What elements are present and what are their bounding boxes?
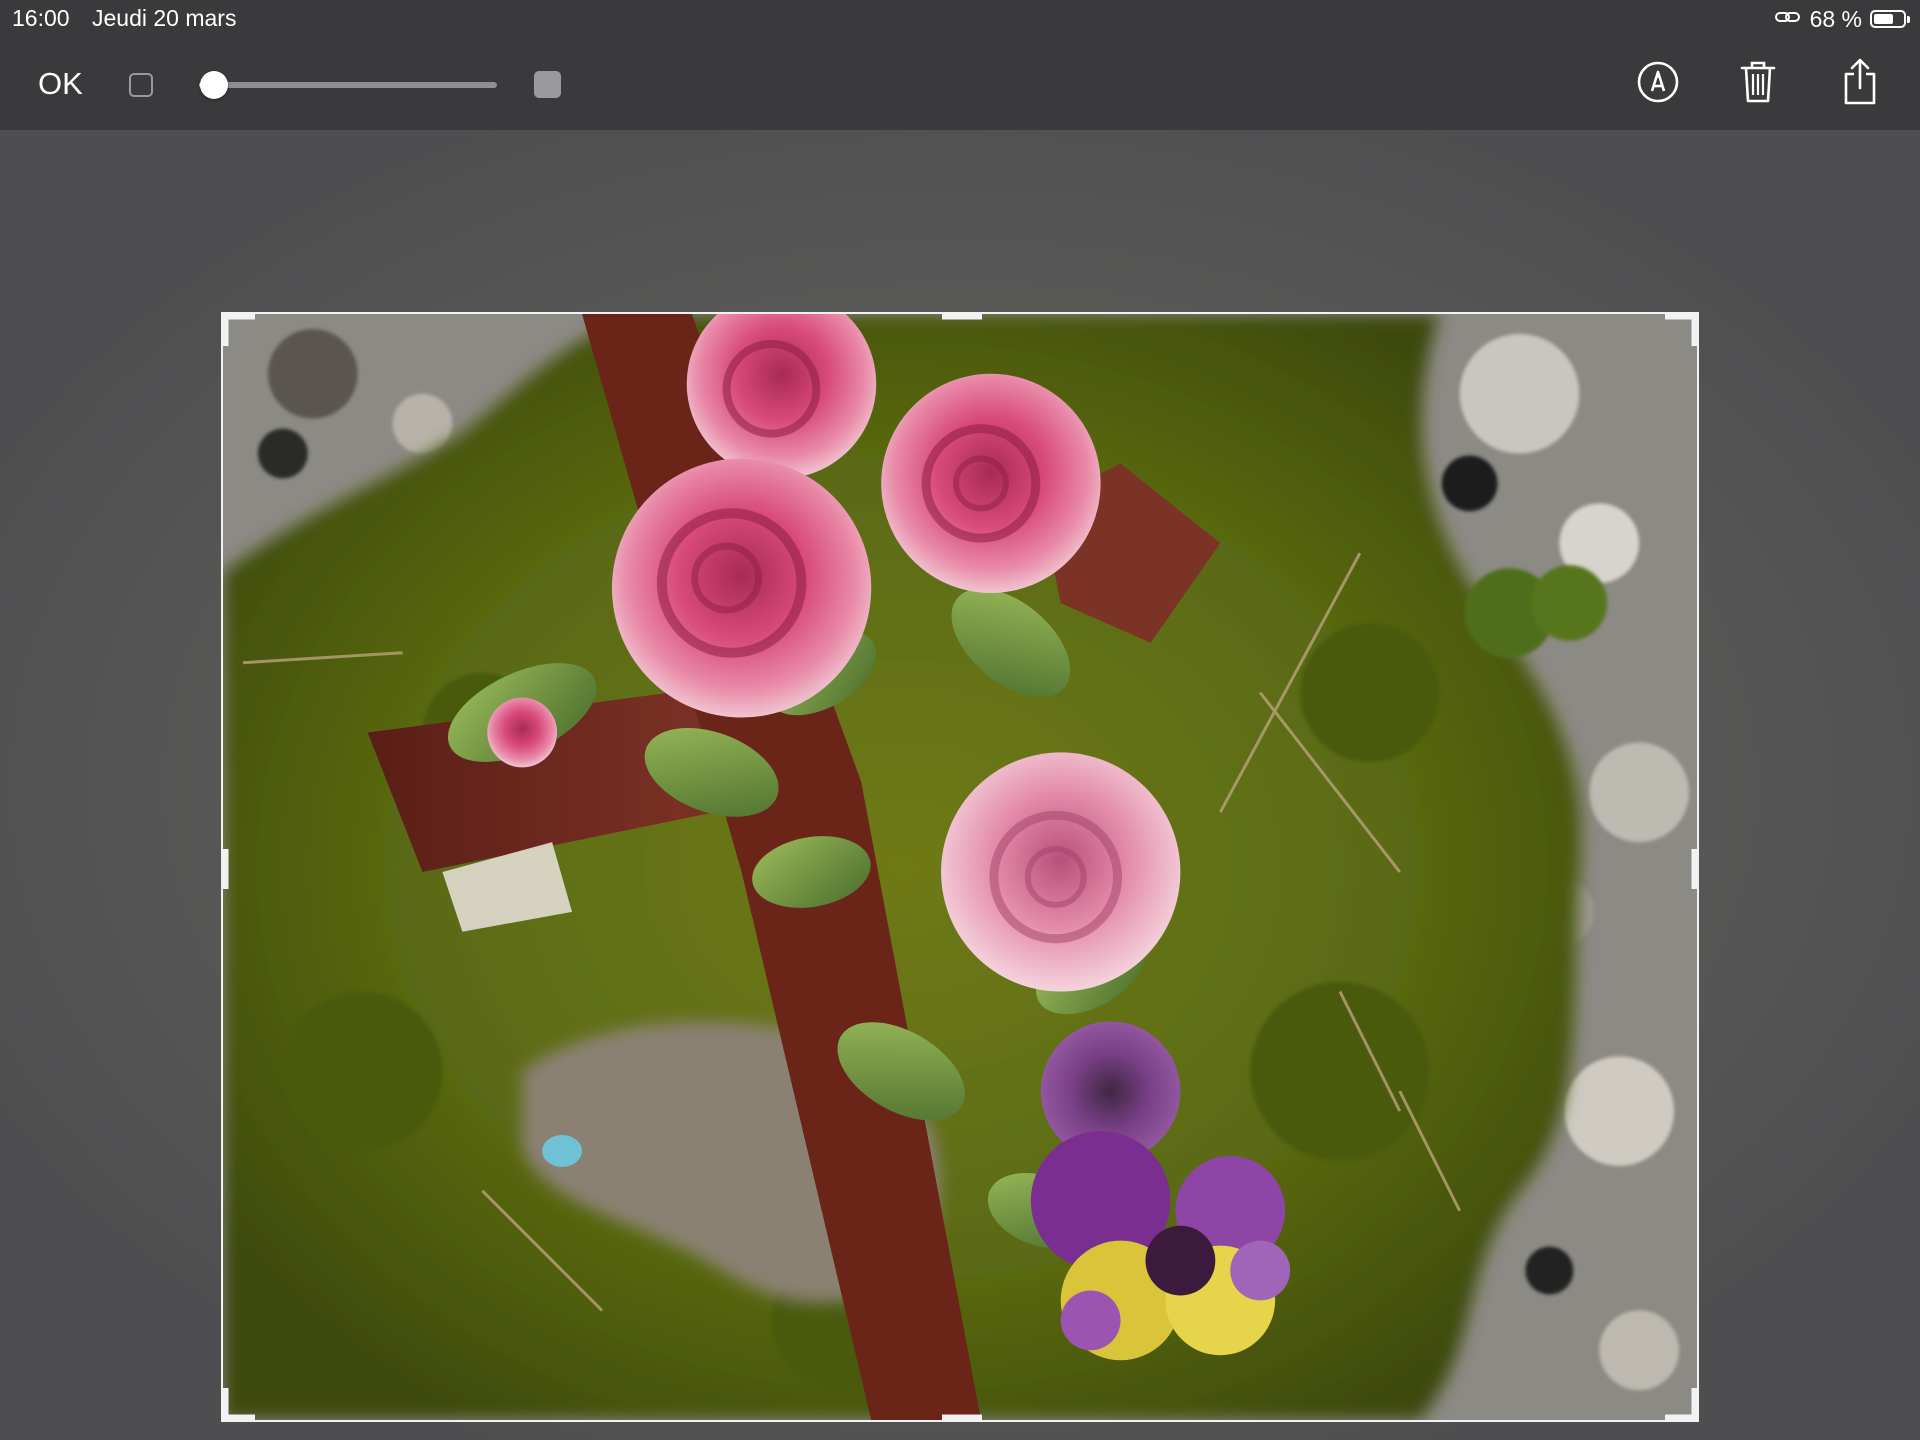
editor-canvas bbox=[0, 130, 1920, 1440]
photo-frame[interactable] bbox=[221, 312, 1699, 1422]
crop-handle-left[interactable] bbox=[221, 849, 231, 889]
trash-icon bbox=[1738, 59, 1778, 110]
share-icon bbox=[1840, 58, 1880, 111]
battery-percentage: 68 % bbox=[1809, 5, 1862, 32]
crop-handle-bottom-left[interactable] bbox=[221, 1382, 261, 1422]
battery-icon bbox=[1870, 10, 1910, 28]
status-bar: 16:00 Jeudi 20 mars 68 % bbox=[0, 0, 1920, 38]
crop-handle-top-right[interactable] bbox=[1659, 312, 1699, 352]
status-time: 16:00 bbox=[12, 5, 70, 31]
markup-icon bbox=[1636, 60, 1680, 109]
status-indicators: 68 % bbox=[1774, 5, 1910, 33]
crop-handle-top[interactable] bbox=[942, 312, 982, 322]
crop-handle-bottom[interactable] bbox=[942, 1412, 982, 1422]
slider-thumb[interactable] bbox=[199, 71, 228, 99]
link-icon bbox=[1774, 8, 1802, 31]
photo bbox=[223, 314, 1697, 1420]
delete-button[interactable] bbox=[1730, 56, 1786, 112]
editor-toolbar: OK bbox=[0, 38, 1920, 130]
markup-button[interactable] bbox=[1630, 56, 1686, 112]
large-square-icon bbox=[534, 71, 561, 98]
crop-handle-top-left[interactable] bbox=[221, 312, 261, 352]
status-date: Jeudi 20 mars bbox=[92, 5, 237, 31]
crop-handle-bottom-right[interactable] bbox=[1659, 1382, 1699, 1422]
ok-button[interactable]: OK bbox=[38, 66, 83, 102]
share-button[interactable] bbox=[1832, 56, 1888, 112]
size-slider[interactable] bbox=[199, 71, 497, 99]
small-square-icon bbox=[129, 73, 153, 97]
crop-handle-right[interactable] bbox=[1689, 849, 1699, 889]
